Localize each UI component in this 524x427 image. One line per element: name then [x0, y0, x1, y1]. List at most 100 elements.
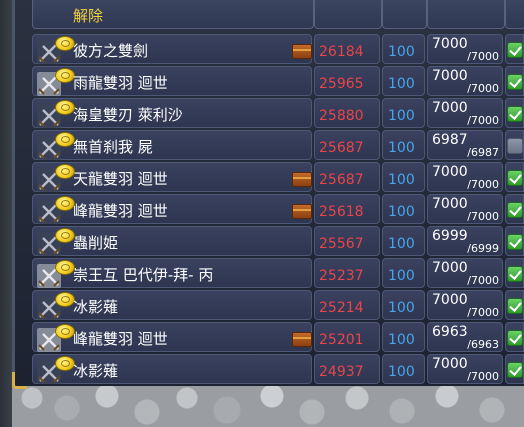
item-name-cell[interactable]: 天龍雙羽 迴世 — [32, 162, 312, 192]
item-price: 25567 — [319, 236, 364, 252]
item-check-cell — [505, 290, 524, 320]
item-row[interactable]: 天龍雙羽 迴世 25687 100 7000/7000 — [32, 162, 524, 192]
item-row[interactable]: 海皇雙刃 萊利沙 25880 100 7000/7000 — [32, 98, 524, 128]
item-count-cell: 7000/7000 — [427, 162, 503, 192]
item-level: 100 — [388, 364, 415, 380]
item-icon-group — [37, 36, 75, 64]
item-row[interactable]: 崇王互 巴代伊-拜- 丙 25237 100 7000/7000 — [32, 258, 524, 288]
item-level: 100 — [388, 332, 415, 348]
window-corner-ornament — [12, 372, 27, 389]
gold-coin-icon — [55, 100, 75, 115]
item-count-cell: 7000/7000 — [427, 194, 503, 224]
item-name: 峰龍雙羽 迴世 — [73, 330, 168, 348]
unlock-header-button[interactable]: 解除 — [32, 0, 314, 29]
item-select-checkbox[interactable] — [507, 138, 523, 154]
item-check-cell — [505, 194, 524, 224]
item-name-cell[interactable]: 雨龍雙羽 迴世 — [32, 66, 312, 96]
item-check-cell — [505, 66, 524, 96]
item-name-cell[interactable]: 冰影薙 — [32, 354, 312, 384]
item-check-cell — [505, 354, 524, 384]
item-count-max: /7000 — [467, 274, 499, 287]
gold-coin-icon — [55, 260, 75, 275]
treasure-chest-icon — [292, 332, 312, 347]
item-count-cell: 6963/6963 — [427, 322, 503, 352]
item-level-cell: 100 — [382, 290, 425, 320]
item-icon-group — [37, 132, 75, 160]
gold-coin-icon — [55, 324, 75, 339]
item-select-checkbox[interactable] — [507, 234, 523, 250]
item-level: 100 — [388, 76, 415, 92]
item-row[interactable]: 蟲削姫 25567 100 6999/6999 — [32, 226, 524, 256]
item-name-cell[interactable]: 無首刹我 屍 — [32, 130, 312, 160]
item-count-current: 7000 — [432, 68, 468, 84]
item-count-max: /7000 — [467, 178, 499, 191]
item-name: 峰龍雙羽 迴世 — [73, 202, 168, 220]
item-level: 100 — [388, 172, 415, 188]
item-icon-group — [37, 356, 75, 384]
item-level-cell: 100 — [382, 194, 425, 224]
item-price: 25201 — [319, 332, 364, 348]
item-select-checkbox[interactable] — [507, 74, 523, 90]
item-row[interactable]: 冰影薙 24937 100 7000/7000 — [32, 354, 524, 384]
item-count-cell: 7000/7000 — [427, 34, 503, 64]
item-price: 25687 — [319, 172, 364, 188]
item-select-checkbox[interactable] — [507, 298, 523, 314]
item-name-cell[interactable]: 冰影薙 — [32, 290, 312, 320]
item-select-checkbox[interactable] — [507, 362, 523, 378]
gold-coin-icon — [55, 228, 75, 243]
item-count-current: 6963 — [432, 324, 468, 340]
item-count-max: /6987 — [467, 146, 499, 159]
item-price: 25687 — [319, 140, 364, 156]
item-row[interactable]: 峰龍雙羽 迴世 25201 100 6963/6963 — [32, 322, 524, 352]
item-icon-group — [37, 164, 75, 192]
item-select-checkbox[interactable] — [507, 330, 523, 346]
item-level: 100 — [388, 204, 415, 220]
item-icon-group — [37, 196, 75, 224]
item-name-cell[interactable]: 彼方之雙劍 — [32, 34, 312, 64]
background-rock-terrain — [12, 386, 524, 427]
list-header: 解除 — [32, 0, 524, 30]
item-count-current: 7000 — [432, 196, 468, 212]
item-name-cell[interactable]: 峰龍雙羽 迴世 — [32, 194, 312, 224]
item-row[interactable]: 雨龍雙羽 迴世 25965 100 7000/7000 — [32, 66, 524, 96]
item-price: 25618 — [319, 204, 364, 220]
item-price-cell: 25618 — [314, 194, 380, 224]
item-level: 100 — [388, 300, 415, 316]
item-name-cell[interactable]: 峰龍雙羽 迴世 — [32, 322, 312, 352]
item-level-cell: 100 — [382, 162, 425, 192]
item-count-current: 7000 — [432, 164, 468, 180]
header-price-cell — [314, 0, 382, 29]
item-check-cell — [505, 34, 524, 64]
item-level-cell: 100 — [382, 322, 425, 352]
item-row[interactable]: 彼方之雙劍 26184 100 7000/7000 — [32, 34, 524, 64]
item-icon-group — [37, 68, 75, 96]
item-row[interactable]: 冰影薙 25214 100 7000/7000 — [32, 290, 524, 320]
item-icon-group — [37, 292, 75, 320]
item-select-checkbox[interactable] — [507, 266, 523, 282]
item-price-cell: 26184 — [314, 34, 380, 64]
item-name-cell[interactable]: 蟲削姫 — [32, 226, 312, 256]
item-name-cell[interactable]: 海皇雙刃 萊利沙 — [32, 98, 312, 128]
item-count-cell: 7000/7000 — [427, 98, 503, 128]
item-row[interactable]: 無首刹我 屍 25687 100 6987/6987 — [32, 130, 524, 160]
item-icon-group — [37, 100, 75, 128]
item-select-checkbox[interactable] — [507, 170, 523, 186]
item-level-cell: 100 — [382, 226, 425, 256]
item-level-cell: 100 — [382, 130, 425, 160]
item-select-checkbox[interactable] — [507, 106, 523, 122]
item-count-current: 7000 — [432, 260, 468, 276]
item-count-current: 6987 — [432, 132, 468, 148]
item-price: 25880 — [319, 108, 364, 124]
item-level-cell: 100 — [382, 354, 425, 384]
item-count-max: /7000 — [467, 210, 499, 223]
item-count-cell: 6999/6999 — [427, 226, 503, 256]
item-select-checkbox[interactable] — [507, 202, 523, 218]
unlock-label: 解除 — [73, 7, 104, 25]
item-select-checkbox[interactable] — [507, 42, 523, 58]
item-row[interactable]: 峰龍雙羽 迴世 25618 100 7000/7000 — [32, 194, 524, 224]
item-name-cell[interactable]: 崇王互 巴代伊-拜- 丙 — [32, 258, 312, 288]
item-price: 25237 — [319, 268, 364, 284]
item-check-cell — [505, 98, 524, 128]
item-count-cell: 7000/7000 — [427, 354, 503, 384]
item-check-cell — [505, 162, 524, 192]
